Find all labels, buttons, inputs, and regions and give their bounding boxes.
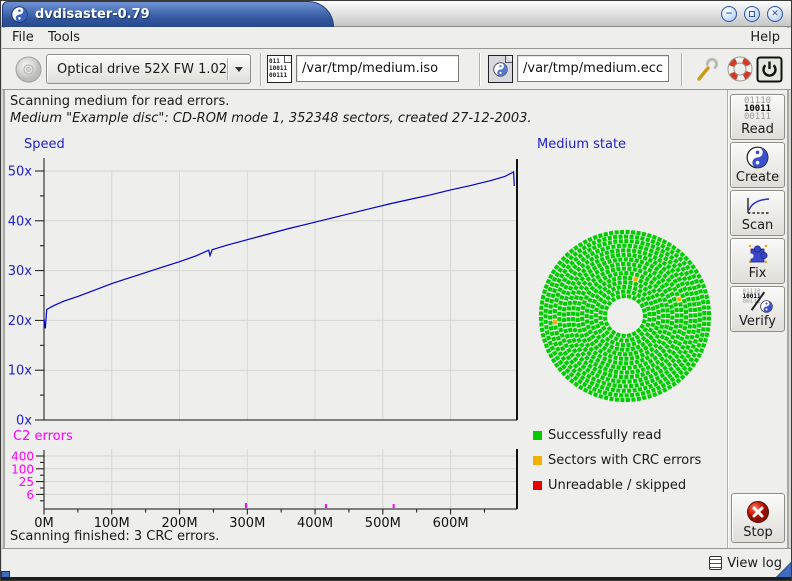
svg-text:0x: 0x — [16, 414, 32, 429]
menu-tools[interactable]: Tools — [44, 28, 84, 48]
scan-graph-icon — [744, 196, 771, 217]
verify-button[interactable]: 011101001100111 Verify — [730, 286, 785, 332]
statusbar: View log — [2, 549, 792, 577]
status-line-2: Medium "Example disc": CD-ROM mode 1, 35… — [10, 111, 532, 126]
drive-select[interactable]: Optical drive 52X FW 1.02 — [46, 54, 251, 84]
medium-state-title: Medium state — [537, 137, 626, 152]
maximize-button[interactable] — [744, 6, 760, 22]
menu-help[interactable]: Help — [746, 28, 784, 48]
chevron-down-icon — [228, 63, 250, 76]
status-line-1: Scanning medium for read errors. — [10, 94, 229, 109]
read-binary-icon: 011101001100111 — [744, 97, 771, 121]
create-button[interactable]: Create — [730, 142, 785, 188]
menubar: File Tools Help — [2, 28, 792, 48]
app-yinyang-icon — [11, 6, 28, 23]
svg-text:300M: 300M — [229, 516, 265, 531]
stop-icon — [746, 500, 770, 524]
iso-path-input[interactable] — [296, 55, 459, 82]
window-bottom-border — [1, 577, 792, 581]
drive-select-value: Optical drive 52X FW 1.02 — [47, 62, 227, 77]
scan-button[interactable]: Scan — [730, 190, 785, 236]
c2-chart-title: C2 errors — [13, 429, 73, 444]
create-yinyang-icon — [746, 146, 769, 169]
help-lifebuoy-icon[interactable] — [727, 56, 753, 82]
svg-text:6: 6 — [26, 488, 34, 502]
close-button[interactable]: ✕ — [767, 6, 783, 22]
legend-swatch-crc — [533, 456, 542, 465]
read-button[interactable]: 011101001100111 Read — [730, 94, 785, 140]
preferences-wrench-icon[interactable] — [695, 56, 721, 82]
legend-item-success: Successfully read — [533, 427, 661, 443]
status-finished: Scanning finished: 3 CRC errors. — [10, 529, 219, 544]
ecc-path-input[interactable] — [517, 55, 669, 82]
minimize-button[interactable]: − — [721, 6, 737, 22]
fix-puzzle-icon — [746, 241, 770, 265]
ecc-file-icon[interactable] — [488, 55, 513, 83]
iso-file-icon[interactable]: 011 10011 00111 — [267, 55, 292, 83]
svg-text:30x: 30x — [8, 264, 33, 279]
quit-power-icon[interactable] — [756, 56, 783, 83]
stop-button[interactable]: Stop — [731, 493, 785, 543]
c2-errors-chart: 4001002560M100M200M300M400M500M600M — [1, 447, 531, 537]
fix-button[interactable]: Fix — [730, 238, 785, 284]
verify-icon: 011101001100111 — [743, 289, 773, 313]
svg-text:500M: 500M — [365, 516, 401, 531]
ecc-yinyang-icon — [493, 62, 508, 77]
speed-chart-title: Speed — [24, 137, 65, 152]
legend-item-unreadable: Unreadable / skipped — [533, 477, 686, 493]
menu-file[interactable]: File — [8, 28, 38, 48]
toolbar: Optical drive 52X FW 1.02 011 10011 0011… — [2, 49, 792, 89]
titlebar-tab: dvdisaster-0.79 — [2, 1, 334, 27]
speed-chart: 0x 10x 20x 30x 40x 50x — [1, 153, 531, 431]
svg-text:10x: 10x — [8, 364, 33, 379]
legend-swatch-unreadable — [533, 481, 542, 490]
dvdisaster-window: dvdisaster-0.79 − ✕ File Tools Help Opti… — [0, 0, 792, 581]
drive-disc-icon — [15, 56, 42, 83]
svg-text:40x: 40x — [8, 214, 33, 229]
svg-text:50x: 50x — [8, 165, 33, 180]
window-title: dvdisaster-0.79 — [35, 7, 150, 22]
svg-text:600M: 600M — [433, 516, 469, 531]
legend-swatch-success — [533, 431, 542, 440]
log-list-icon — [709, 556, 722, 570]
legend-item-crc: Sectors with CRC errors — [533, 452, 701, 468]
svg-text:400M: 400M — [297, 516, 333, 531]
medium-state-disc — [529, 223, 729, 413]
titlebar[interactable]: dvdisaster-0.79 − ✕ — [1, 1, 792, 27]
svg-text:20x: 20x — [8, 314, 33, 329]
